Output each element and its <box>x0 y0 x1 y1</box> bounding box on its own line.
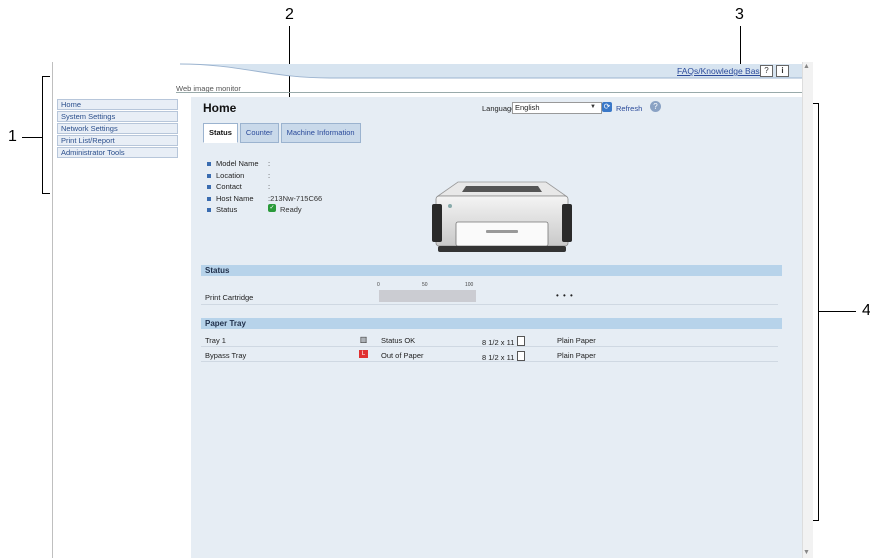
callout-4: 4 <box>862 302 870 319</box>
sidebar-menu: Home System Settings Network Settings Pr… <box>57 99 178 159</box>
info-label: Model Name <box>216 159 259 168</box>
paper-tray-section-header: Paper Tray <box>201 318 782 329</box>
info-label: Contact <box>216 182 242 191</box>
info-icon[interactable]: i <box>776 65 789 77</box>
scale-100: 100 <box>465 282 474 288</box>
chevron-down-icon[interactable]: ▼ <box>590 104 596 110</box>
callout-2: 2 <box>285 6 294 23</box>
bullet-icon <box>207 173 211 178</box>
tray-paper-type: Plain Paper <box>557 336 596 345</box>
refresh-link[interactable]: Refresh <box>616 104 642 113</box>
info-row-status: Status ✓ Ready <box>207 204 322 216</box>
language-select[interactable]: English <box>512 102 602 114</box>
refresh-icon[interactable]: ⟳ <box>602 102 612 112</box>
status-ready-text: Ready <box>280 205 302 214</box>
callout-1-bracket <box>42 76 43 194</box>
bullet-icon <box>207 185 211 189</box>
bullet-icon <box>207 208 211 212</box>
status-section-header: Status <box>201 265 782 276</box>
cartridge-level-text: • • • <box>556 291 574 300</box>
page-title: Home <box>203 101 237 115</box>
ready-icon: ✓ <box>268 204 276 212</box>
paper-size-icon <box>517 336 526 346</box>
tray-status: Status OK <box>381 336 416 345</box>
sidebar-item-administrator-tools[interactable]: Administrator Tools <box>57 147 178 158</box>
bullet-icon <box>207 162 211 166</box>
info-row-contact: Contact : <box>207 181 322 193</box>
sidebar-item-home[interactable]: Home <box>57 99 178 110</box>
callout-1-bracket-bottom <box>42 193 50 194</box>
sidebar-item-system-settings[interactable]: System Settings <box>57 111 178 122</box>
callout-4-bracket <box>818 103 819 521</box>
info-value: : <box>268 170 271 180</box>
vertical-scrollbar[interactable] <box>802 62 813 558</box>
print-cartridge-label: Print Cartridge <box>205 293 254 302</box>
header-divider <box>176 92 802 93</box>
tray-error-icon: L <box>359 350 368 358</box>
info-value: : <box>268 159 271 168</box>
info-row-host-name: Host Name :213Nw-715C66 <box>207 193 322 205</box>
scale-50: 50 <box>422 282 428 288</box>
info-row-model-name: Model Name : <box>207 158 322 170</box>
row-divider <box>201 361 778 362</box>
scroll-up-icon[interactable]: ▲ <box>803 63 810 70</box>
callout-4-line <box>818 311 856 312</box>
info-value: : <box>268 182 271 191</box>
tray-paper-type: Plain Paper <box>557 351 596 360</box>
tray-name: Tray 1 <box>205 336 226 345</box>
info-value: :213Nw-715C66 <box>268 193 323 203</box>
language-label: Language <box>482 104 516 113</box>
tab-counter[interactable]: Counter <box>239 123 279 143</box>
scale-0: 0 <box>377 282 380 288</box>
printer-image <box>432 181 572 252</box>
tray-ok-icon: ▥ <box>359 335 368 344</box>
info-label: Host Name <box>216 193 254 203</box>
sidebar-item-print-list-report[interactable]: Print List/Report <box>57 135 178 146</box>
scroll-down-icon[interactable]: ▼ <box>803 549 810 556</box>
window-left-border <box>52 62 53 558</box>
tab-machine-information[interactable]: Machine Information <box>280 123 361 143</box>
sidebar-item-network-settings[interactable]: Network Settings <box>57 123 178 134</box>
callout-3: 3 <box>735 6 744 23</box>
tray-status: Out of Paper <box>381 351 424 360</box>
tray-name: Bypass Tray <box>205 351 247 360</box>
info-label: Status <box>216 205 238 214</box>
faq-knowledge-base-link[interactable]: FAQs/Knowledge Base <box>677 66 764 76</box>
info-row-location: Location : <box>207 170 322 182</box>
row-divider <box>201 346 778 347</box>
tab-bar: Status Counter Machine Information <box>203 123 363 143</box>
device-info: Model Name : Location : Contact : Host N… <box>207 158 322 216</box>
callout-1-bracket-top <box>42 76 50 77</box>
callout-1-line <box>22 137 42 138</box>
bullet-icon <box>207 196 211 201</box>
info-label: Location <box>216 170 245 180</box>
question-icon[interactable]: ? <box>650 101 661 112</box>
help-icon[interactable]: ? <box>760 65 773 77</box>
tab-status[interactable]: Status <box>203 123 238 143</box>
row-divider <box>201 304 778 305</box>
callout-1: 1 <box>8 128 17 145</box>
cartridge-level-bar <box>379 290 476 302</box>
paper-size-icon <box>517 351 526 361</box>
